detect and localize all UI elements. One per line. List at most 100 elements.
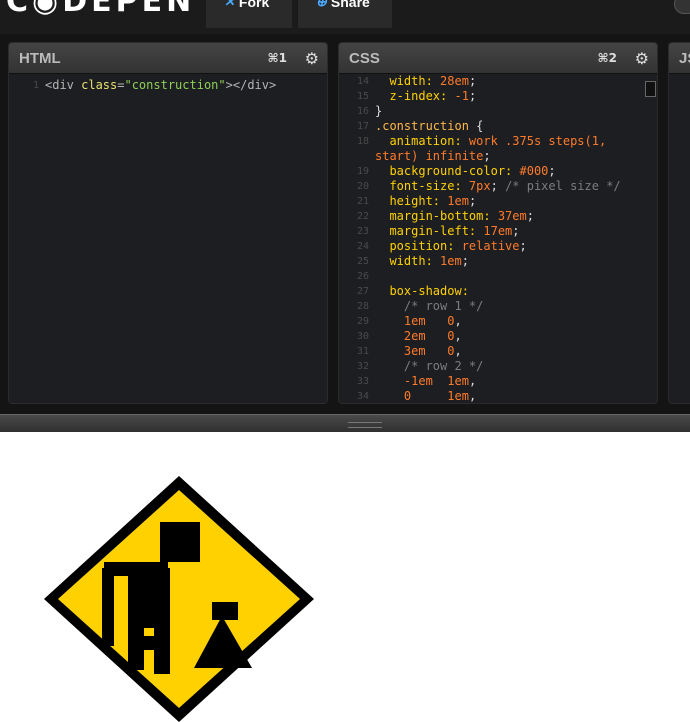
code-token: width: [375,254,441,268]
code-line[interactable]: 32 /* row 2 */ [339,359,657,374]
line-number: 14 [356,76,369,87]
js-code-editor[interactable] [669,74,690,403]
code-line[interactable]: 16} [339,104,657,119]
code-token: 3em [375,344,426,358]
codepen-logo[interactable]: C◉DEPEN [6,0,195,19]
code-line[interactable]: 29 1em 0, [339,314,657,329]
code-line[interactable]: 28 /* row 1 */ [339,299,657,314]
code-token: , [454,329,462,343]
code-token: ; [490,179,506,193]
code-line[interactable]: 23 margin-left: 17em; [339,224,657,239]
code-line[interactable]: 25 width: 1em; [339,254,657,269]
code-line[interactable]: 30 2em 0, [339,329,657,344]
code-token: /* pixel size */ [505,179,621,193]
code-line[interactable]: 19 background-color: #000; [339,164,657,179]
code-token: 28em [440,74,469,88]
line-number: 1 [32,80,39,91]
code-token: 1em [447,389,469,403]
code-line[interactable]: 27 box-shadow: [339,284,657,299]
code-token: background-color: [375,164,520,178]
line-number [339,149,375,164]
css-code-editor[interactable]: 14 width: 28em; 15 z-index: -1; 16} 17 .cons… [339,74,657,403]
code-token: ; [468,89,477,103]
gear-icon[interactable]: ⚙ [635,49,649,69]
code-token: } [375,104,383,118]
line-number: 32 [356,361,369,372]
code-line[interactable]: 33 -1em 1em, [339,374,657,389]
share-button[interactable]: ⊕ Share [298,0,392,28]
code-line[interactable]: 24 position: relative; [339,239,657,254]
gear-icon[interactable]: ⚙ [305,49,319,69]
code-token: ; [461,254,469,268]
editor-resize-handle[interactable] [0,414,690,433]
code-token: 0 [447,314,455,328]
code-line[interactable]: 14 width: 28em; [339,74,657,89]
code-line[interactable]: 34 0 1em, [339,389,657,403]
html-editor-pane: HTML ⌘1 ⚙ 1 <div class = "construction" ></d… [8,42,328,404]
line-number: 20 [356,181,369,192]
code-line[interactable]: 22 margin-bottom: 37em; [339,209,657,224]
line-number: 29 [356,316,369,327]
code-token: box-shadow: [375,284,469,298]
code-line[interactable]: start) infinite; [339,149,657,164]
code-token: , [454,344,462,358]
code-line[interactable]: 1 <div class = "construction" ></div> [9,78,327,93]
code-token: = [117,78,125,92]
code-token: 0 [375,389,412,403]
code-token: 2em [375,329,426,343]
code-token: ; [483,149,491,163]
code-token: .construction [375,119,469,133]
line-number: 26 [356,271,369,282]
code-token: relative [461,239,520,253]
line-number: 16 [356,106,369,117]
code-line[interactable]: 18 animation: work .375s steps(1, [339,134,657,149]
line-number: 24 [356,241,369,252]
html-code-editor[interactable]: 1 <div class = "construction" ></div> [9,74,327,403]
user-menu-toggle[interactable] [674,0,690,14]
css-scrollbar-thumb[interactable] [645,81,656,97]
line-number: 31 [356,346,369,357]
line-number: 27 [356,286,369,297]
line-number: 17 [356,121,369,132]
code-line[interactable]: 26 [339,269,657,284]
code-line[interactable]: 15 z-index: -1; [339,89,657,104]
dirt-pile-top [212,602,238,620]
html-shortcut: ⌘1 [267,51,287,65]
line-number: 23 [356,226,369,237]
line-number: 33 [356,376,369,387]
top-bar: C◉DEPEN ✕ Fork ⊕ Share [0,0,690,34]
worker-shovel-blade [140,636,158,650]
code-token: 7px [468,179,491,193]
code-token: ; [512,224,520,238]
code-token: ; [519,239,527,253]
code-token: /* row 2 */ [375,359,484,373]
css-editor-pane: CSS ⌘2 ⚙ 14 width: 28em; 15 z-index: -1; 1… [338,42,658,404]
code-line[interactable]: 31 3em 0, [339,344,657,359]
code-line[interactable]: 17 .construction { [339,119,657,134]
js-editor-pane: JS [668,42,690,404]
code-token: { [468,119,484,133]
code-token: class [81,78,118,92]
line-number: 34 [356,391,369,402]
code-token: width: [375,74,441,88]
line-number: 28 [356,301,369,312]
line-number: 25 [356,256,369,267]
fork-icon: ✕ [224,0,235,9]
resize-grip-icon [348,422,382,428]
css-pane-header: CSS ⌘2 ⚙ [339,43,657,74]
line-number: 22 [356,211,369,222]
code-token: 1em [447,374,469,388]
code-line[interactable]: 20 font-size: 7px; /* pixel size */ [339,179,657,194]
fork-button[interactable]: ✕ Fork [206,0,292,28]
code-token: ; [468,194,477,208]
code-line[interactable]: 21 height: 1em; [339,194,657,209]
code-token: "construction" [124,78,226,92]
code-token: 0 [447,329,455,343]
js-pane-title: JS [679,50,690,67]
code-token: -1em [375,374,433,388]
code-token: 1em [447,194,469,208]
html-pane-header: HTML ⌘1 ⚙ [9,43,327,74]
